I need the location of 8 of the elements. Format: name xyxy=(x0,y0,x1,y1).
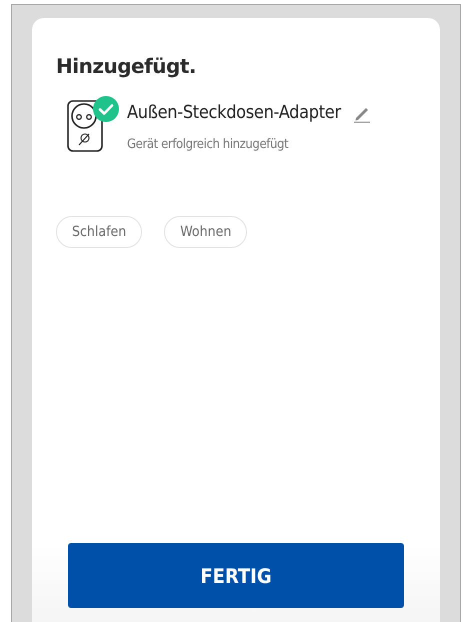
status-text: Gerät erfolgreich hinzugefügt xyxy=(127,137,290,152)
room-chip[interactable]: Schlafen xyxy=(56,216,142,248)
check-badge-icon xyxy=(93,96,119,122)
device-name: Außen-Steckdosen-Adapter xyxy=(127,102,341,123)
power-socket-icon xyxy=(67,100,103,152)
page-title: Hinzugefügt. xyxy=(56,54,198,78)
room-chip[interactable]: Wohnen xyxy=(164,216,248,248)
done-button[interactable]: FERTIG xyxy=(68,543,404,608)
